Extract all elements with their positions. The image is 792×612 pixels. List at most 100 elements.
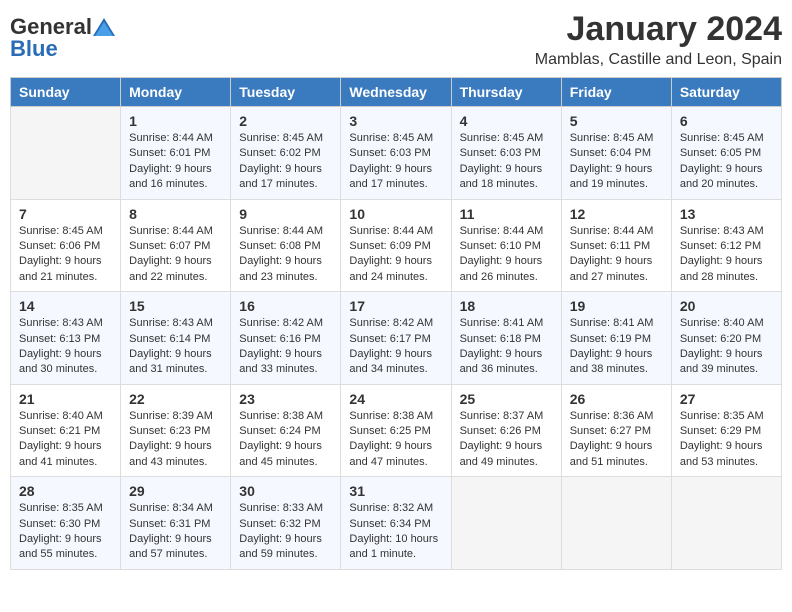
day-number: 14 bbox=[19, 298, 112, 314]
weekday-header-friday: Friday bbox=[561, 78, 671, 107]
calendar-cell: 22Sunrise: 8:39 AMSunset: 6:23 PMDayligh… bbox=[121, 384, 231, 477]
weekday-header-row: SundayMondayTuesdayWednesdayThursdayFrid… bbox=[11, 78, 782, 107]
calendar-cell: 31 Sunrise: 8:32 AMSunset: 6:34 PMDayligh… bbox=[341, 477, 451, 570]
day-number: 27 bbox=[680, 391, 773, 407]
day-number: 21 bbox=[19, 391, 112, 407]
day-number: 22 bbox=[129, 391, 222, 407]
day-info: Sunrise: 8:33 AMSunset: 6:32 PMDaylight:… bbox=[239, 501, 332, 563]
calendar-cell: 19 Sunrise: 8:41 AMSunset: 6:19 PMDayligh… bbox=[561, 292, 671, 385]
day-info: Sunrise: 8:45 AMSunset: 6:02 PMDaylight:… bbox=[239, 131, 332, 193]
logo: General Blue bbox=[10, 14, 115, 62]
month-title: January 2024 bbox=[535, 10, 782, 49]
day-number: 19 bbox=[570, 298, 663, 314]
week-row-3: 14Sunrise: 8:43 AMSunset: 6:13 PMDayligh… bbox=[11, 292, 782, 385]
location-title: Mamblas, Castille and Leon, Spain bbox=[535, 51, 782, 69]
day-number: 15 bbox=[129, 298, 222, 314]
day-info: Sunrise: 8:40 AMSunset: 6:21 PMDaylight:… bbox=[19, 409, 112, 471]
day-info: Sunrise: 8:36 AMSunset: 6:27 PMDaylight:… bbox=[570, 409, 663, 471]
calendar-cell: 23Sunrise: 8:38 AMSunset: 6:24 PMDayligh… bbox=[231, 384, 341, 477]
day-number: 5 bbox=[570, 113, 663, 129]
day-info: Sunrise: 8:35 AMSunset: 6:29 PMDaylight:… bbox=[680, 409, 773, 471]
day-info: Sunrise: 8:44 AMSunset: 6:09 PMDaylight:… bbox=[349, 224, 442, 286]
week-row-1: 1 Sunrise: 8:44 AMSunset: 6:01 PMDaylight… bbox=[11, 107, 782, 200]
weekday-header-monday: Monday bbox=[121, 78, 231, 107]
day-number: 10 bbox=[349, 206, 442, 222]
day-number: 1 bbox=[129, 113, 222, 129]
day-info: Sunrise: 8:41 AMSunset: 6:19 PMDaylight:… bbox=[570, 316, 663, 378]
calendar-cell: 12 Sunrise: 8:44 AMSunset: 6:11 PMDayligh… bbox=[561, 199, 671, 292]
header: General Blue January 2024 Mamblas, Casti… bbox=[10, 10, 782, 69]
calendar-cell: 26 Sunrise: 8:36 AMSunset: 6:27 PMDayligh… bbox=[561, 384, 671, 477]
day-info: Sunrise: 8:42 AMSunset: 6:17 PMDaylight:… bbox=[349, 316, 442, 378]
day-number: 30 bbox=[239, 483, 332, 499]
day-number: 18 bbox=[460, 298, 553, 314]
day-number: 20 bbox=[680, 298, 773, 314]
week-row-5: 28 Sunrise: 8:35 AMSunset: 6:30 PMDayligh… bbox=[11, 477, 782, 570]
day-number: 24 bbox=[349, 391, 442, 407]
calendar-cell: 14Sunrise: 8:43 AMSunset: 6:13 PMDayligh… bbox=[11, 292, 121, 385]
calendar-cell: 4Sunrise: 8:45 AMSunset: 6:03 PMDaylight… bbox=[451, 107, 561, 200]
week-row-4: 21 Sunrise: 8:40 AMSunset: 6:21 PMDayligh… bbox=[11, 384, 782, 477]
calendar-cell: 24 Sunrise: 8:38 AMSunset: 6:25 PMDayligh… bbox=[341, 384, 451, 477]
calendar-cell: 11 Sunrise: 8:44 AMSunset: 6:10 PMDayligh… bbox=[451, 199, 561, 292]
day-number: 16 bbox=[239, 298, 332, 314]
calendar-cell bbox=[671, 477, 781, 570]
weekday-header-wednesday: Wednesday bbox=[341, 78, 451, 107]
day-number: 25 bbox=[460, 391, 553, 407]
day-info: Sunrise: 8:34 AMSunset: 6:31 PMDaylight:… bbox=[129, 501, 222, 563]
calendar-cell: 17 Sunrise: 8:42 AMSunset: 6:17 PMDayligh… bbox=[341, 292, 451, 385]
calendar-cell bbox=[451, 477, 561, 570]
calendar-cell: 7 Sunrise: 8:45 AMSunset: 6:06 PMDaylight… bbox=[11, 199, 121, 292]
day-info: Sunrise: 8:41 AMSunset: 6:18 PMDaylight:… bbox=[460, 316, 553, 378]
day-number: 7 bbox=[19, 206, 112, 222]
day-number: 31 bbox=[349, 483, 442, 499]
logo-icon bbox=[93, 18, 115, 36]
weekday-header-sunday: Sunday bbox=[11, 78, 121, 107]
weekday-header-saturday: Saturday bbox=[671, 78, 781, 107]
day-number: 28 bbox=[19, 483, 112, 499]
day-number: 26 bbox=[570, 391, 663, 407]
weekday-header-tuesday: Tuesday bbox=[231, 78, 341, 107]
calendar-cell: 27 Sunrise: 8:35 AMSunset: 6:29 PMDayligh… bbox=[671, 384, 781, 477]
day-number: 4 bbox=[460, 113, 553, 129]
day-number: 11 bbox=[460, 206, 553, 222]
calendar-cell: 21 Sunrise: 8:40 AMSunset: 6:21 PMDayligh… bbox=[11, 384, 121, 477]
day-number: 29 bbox=[129, 483, 222, 499]
day-info: Sunrise: 8:38 AMSunset: 6:25 PMDaylight:… bbox=[349, 409, 442, 471]
day-info: Sunrise: 8:45 AMSunset: 6:05 PMDaylight:… bbox=[680, 131, 773, 193]
day-number: 2 bbox=[239, 113, 332, 129]
day-info: Sunrise: 8:43 AMSunset: 6:12 PMDaylight:… bbox=[680, 224, 773, 286]
calendar-cell: 1 Sunrise: 8:44 AMSunset: 6:01 PMDaylight… bbox=[121, 107, 231, 200]
calendar-cell: 18 Sunrise: 8:41 AMSunset: 6:18 PMDayligh… bbox=[451, 292, 561, 385]
day-number: 9 bbox=[239, 206, 332, 222]
day-info: Sunrise: 8:32 AMSunset: 6:34 PMDaylight:… bbox=[349, 501, 442, 563]
day-info: Sunrise: 8:44 AMSunset: 6:10 PMDaylight:… bbox=[460, 224, 553, 286]
day-info: Sunrise: 8:35 AMSunset: 6:30 PMDaylight:… bbox=[19, 501, 112, 563]
calendar-table: SundayMondayTuesdayWednesdayThursdayFrid… bbox=[10, 77, 782, 570]
day-number: 3 bbox=[349, 113, 442, 129]
calendar-cell: 13 Sunrise: 8:43 AMSunset: 6:12 PMDayligh… bbox=[671, 199, 781, 292]
day-info: Sunrise: 8:44 AMSunset: 6:01 PMDaylight:… bbox=[129, 131, 222, 193]
day-info: Sunrise: 8:45 AMSunset: 6:03 PMDaylight:… bbox=[349, 131, 442, 193]
title-area: January 2024 Mamblas, Castille and Leon,… bbox=[535, 10, 782, 69]
day-number: 17 bbox=[349, 298, 442, 314]
day-number: 23 bbox=[239, 391, 332, 407]
day-info: Sunrise: 8:45 AMSunset: 6:04 PMDaylight:… bbox=[570, 131, 663, 193]
day-info: Sunrise: 8:44 AMSunset: 6:11 PMDaylight:… bbox=[570, 224, 663, 286]
day-number: 12 bbox=[570, 206, 663, 222]
day-info: Sunrise: 8:43 AMSunset: 6:14 PMDaylight:… bbox=[129, 316, 222, 378]
calendar-cell: 25Sunrise: 8:37 AMSunset: 6:26 PMDayligh… bbox=[451, 384, 561, 477]
weekday-header-thursday: Thursday bbox=[451, 78, 561, 107]
day-info: Sunrise: 8:44 AMSunset: 6:07 PMDaylight:… bbox=[129, 224, 222, 286]
calendar-cell: 30 Sunrise: 8:33 AMSunset: 6:32 PMDayligh… bbox=[231, 477, 341, 570]
day-info: Sunrise: 8:40 AMSunset: 6:20 PMDaylight:… bbox=[680, 316, 773, 378]
day-info: Sunrise: 8:45 AMSunset: 6:06 PMDaylight:… bbox=[19, 224, 112, 286]
calendar-cell: 5 Sunrise: 8:45 AMSunset: 6:04 PMDaylight… bbox=[561, 107, 671, 200]
calendar-cell: 20 Sunrise: 8:40 AMSunset: 6:20 PMDayligh… bbox=[671, 292, 781, 385]
calendar-cell: 29 Sunrise: 8:34 AMSunset: 6:31 PMDayligh… bbox=[121, 477, 231, 570]
day-info: Sunrise: 8:44 AMSunset: 6:08 PMDaylight:… bbox=[239, 224, 332, 286]
day-info: Sunrise: 8:42 AMSunset: 6:16 PMDaylight:… bbox=[239, 316, 332, 378]
day-number: 6 bbox=[680, 113, 773, 129]
calendar-cell: 3 Sunrise: 8:45 AMSunset: 6:03 PMDaylight… bbox=[341, 107, 451, 200]
day-number: 13 bbox=[680, 206, 773, 222]
